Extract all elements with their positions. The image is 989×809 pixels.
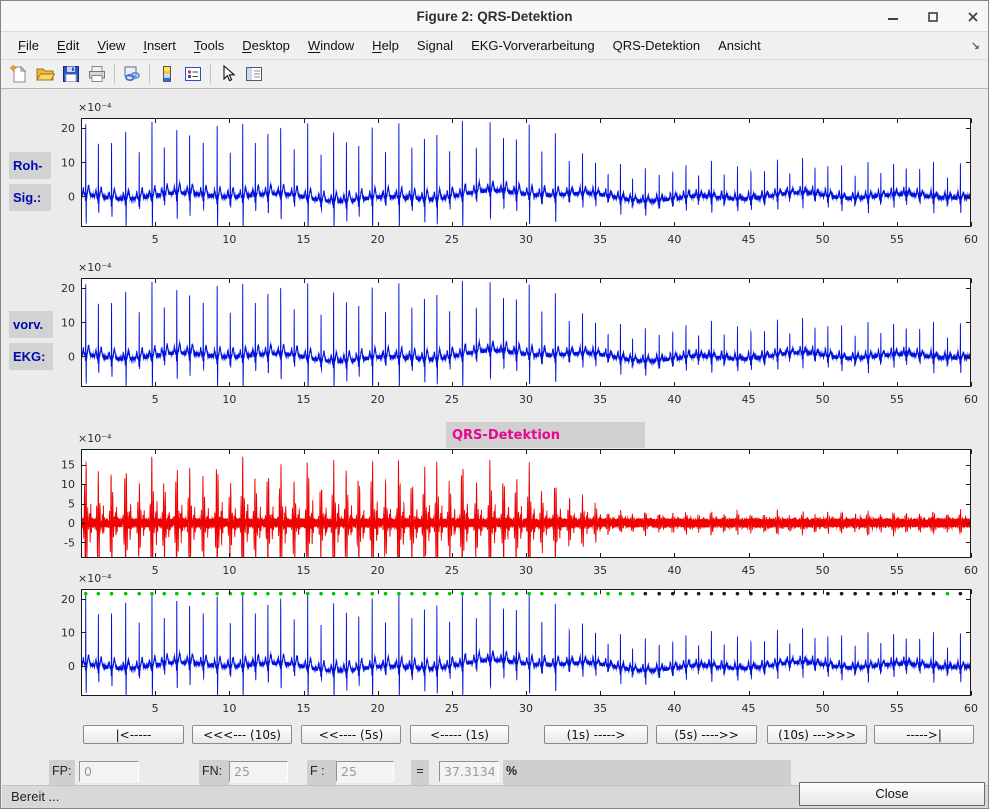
percent-input[interactable]: [439, 761, 499, 782]
plot-roh-signal: [1, 94, 989, 257]
f-label: F :: [307, 760, 336, 787]
link-plot-icon[interactable]: [119, 62, 145, 87]
menu-items: FileEditViewInsertToolsDesktopWindowHelp…: [9, 32, 770, 59]
toolbar-separator: [114, 64, 115, 84]
nav-button-0[interactable]: |<-----: [83, 725, 184, 744]
plot-vorverarbeitetes-ekg: [1, 254, 989, 417]
maximize-icon[interactable]: [926, 10, 940, 24]
insert-legend-icon[interactable]: [180, 62, 206, 87]
toolbar: [1, 60, 988, 89]
nav-button-3[interactable]: <----- (1s): [410, 725, 509, 744]
plot-detektions-ergebnis: [1, 565, 989, 726]
percent-sign-label: %: [503, 760, 791, 787]
menu-desktop[interactable]: Desktop: [233, 32, 299, 59]
f-input[interactable]: [336, 761, 394, 782]
fn-label: FN:: [199, 760, 229, 787]
window-title: Figure 2: QRS-Detektion: [1, 1, 988, 32]
menu-help[interactable]: Help: [363, 32, 408, 59]
nav-button-4[interactable]: (1s) ----->: [544, 725, 648, 744]
plot-tools-icon[interactable]: [241, 62, 267, 87]
minimize-icon[interactable]: [886, 10, 900, 24]
menu-ansicht[interactable]: Ansicht: [709, 32, 770, 59]
close-button[interactable]: Close: [799, 782, 985, 806]
menu-tools[interactable]: Tools: [185, 32, 233, 59]
edit-plot-arrow-icon[interactable]: [215, 62, 241, 87]
menubar: FileEditViewInsertToolsDesktopWindowHelp…: [1, 32, 988, 60]
menu-edit[interactable]: Edit: [48, 32, 88, 59]
save-figure-icon[interactable]: [58, 62, 84, 87]
nav-button-1[interactable]: <<<--- (10s): [192, 725, 292, 744]
menu-file[interactable]: File: [9, 32, 48, 59]
titlebar: Figure 2: QRS-Detektion: [1, 1, 988, 32]
nav-button-7[interactable]: ----->|: [874, 725, 974, 744]
toolbar-separator: [149, 64, 150, 84]
menu-overflow-icon[interactable]: ↘: [971, 39, 982, 52]
nav-button-6[interactable]: (10s) --->>>: [767, 725, 867, 744]
menu-signal[interactable]: Signal: [408, 32, 462, 59]
nav-button-2[interactable]: <<---- (5s): [301, 725, 401, 744]
figure-window: Figure 2: QRS-Detektion FileEditViewInse…: [0, 0, 989, 809]
equals-label: =: [411, 760, 429, 787]
fp-label: FP:: [49, 760, 75, 787]
menu-window[interactable]: Window: [299, 32, 363, 59]
menu-insert[interactable]: Insert: [134, 32, 185, 59]
new-figure-icon[interactable]: [6, 62, 32, 87]
toolbar-separator: [210, 64, 211, 84]
menu-view[interactable]: View: [88, 32, 134, 59]
insert-colorbar-icon[interactable]: [154, 62, 180, 87]
fp-input[interactable]: [79, 761, 139, 782]
close-icon[interactable]: [966, 10, 980, 24]
menu-qrs-detektion[interactable]: QRS-Detektion: [604, 32, 709, 59]
plot-qrs-detektion-feature: [1, 425, 989, 588]
print-figure-icon[interactable]: [84, 62, 110, 87]
fn-input[interactable]: [229, 761, 288, 782]
status-text: Bereit ...: [11, 789, 59, 804]
window-controls: [886, 1, 980, 32]
menu-ekg-vorverarbeitung[interactable]: EKG-Vorverarbeitung: [462, 32, 604, 59]
nav-button-5[interactable]: (5s) ---->>: [656, 725, 757, 744]
open-file-icon[interactable]: [32, 62, 58, 87]
